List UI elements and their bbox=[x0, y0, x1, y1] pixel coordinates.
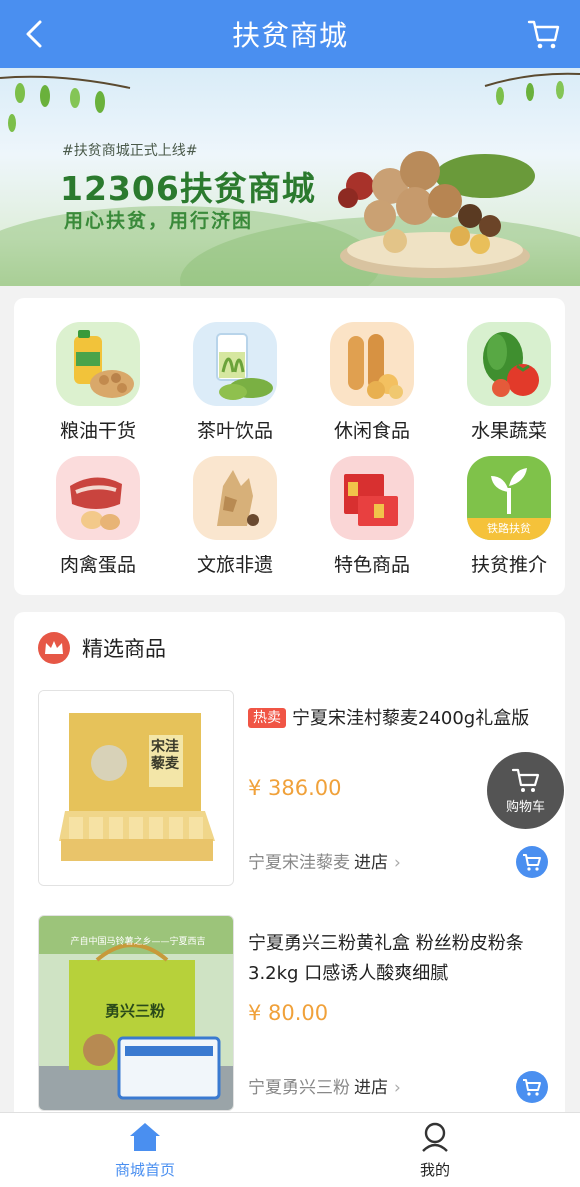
product-image-text: 勇兴三粉 bbox=[105, 1002, 166, 1020]
page-title: 扶贫商城 bbox=[231, 19, 348, 52]
category-meat-egg[interactable]: 肉禽蛋品 bbox=[38, 456, 158, 576]
leaf-branch-icon bbox=[0, 75, 131, 132]
enter-store-label: 进店 bbox=[354, 853, 388, 873]
store-link[interactable]: 宁夏勇兴三粉 进店 › bbox=[248, 1073, 401, 1098]
add-to-cart-button[interactable] bbox=[516, 1071, 548, 1103]
crown-icon bbox=[38, 632, 70, 664]
add-to-cart-button[interactable] bbox=[516, 846, 548, 878]
user-icon bbox=[422, 1122, 448, 1152]
nav-home-label: 商城首页 bbox=[114, 1161, 175, 1179]
category-grain-oil[interactable]: 粮油干货 bbox=[38, 322, 158, 442]
category-label: 扶贫推介 bbox=[470, 554, 547, 576]
category-label: 水果蔬菜 bbox=[470, 420, 547, 442]
grain-oil-icon bbox=[56, 322, 140, 406]
tea-icon bbox=[193, 322, 277, 406]
category-label: 休闲食品 bbox=[333, 420, 410, 442]
featured-section: 精选商品 宋洼藜麦 热卖 宁夏宋洼村藜麦2400g礼盒版 ¥ 386.00 宁夏… bbox=[14, 612, 565, 1112]
category-snack[interactable]: 休闲食品 bbox=[312, 322, 432, 442]
sprout-badge: 铁路扶贫 bbox=[487, 522, 531, 535]
product-image-text: 宋洼藜麦 bbox=[151, 739, 179, 772]
section-title: 精选商品 bbox=[82, 637, 166, 661]
floating-cart-button[interactable]: 购物车 bbox=[487, 752, 564, 829]
meat-egg-icon bbox=[56, 456, 140, 540]
cart-icon[interactable] bbox=[526, 16, 562, 52]
home-icon bbox=[130, 1123, 160, 1151]
product-price: ¥ 80.00 bbox=[248, 1001, 329, 1025]
banner-tag: #扶贫商城正式上线# bbox=[62, 143, 198, 159]
cart-icon bbox=[523, 1079, 541, 1096]
promo-banner[interactable]: #扶贫商城正式上线# 12306扶贫商城 用心扶贫，用行济困 bbox=[0, 68, 580, 286]
enter-store-label: 进店 bbox=[354, 1078, 388, 1098]
nav-mine[interactable]: 我的 bbox=[365, 1121, 505, 1180]
category-culture[interactable]: 文旅非遗 bbox=[175, 456, 295, 576]
category-vegetable[interactable]: 水果蔬菜 bbox=[449, 322, 569, 442]
culture-icon bbox=[193, 456, 277, 540]
cart-icon bbox=[523, 854, 541, 871]
bottom-nav: 商城首页 我的 bbox=[0, 1112, 580, 1187]
store-link[interactable]: 宁夏宋洼藜麦 进店 › bbox=[248, 848, 401, 873]
category-special[interactable]: 特色商品 bbox=[312, 456, 432, 576]
category-label: 茶叶饮品 bbox=[196, 420, 273, 442]
banner-slogan: 用心扶贫，用行济困 bbox=[64, 210, 254, 232]
category-label: 肉禽蛋品 bbox=[59, 554, 136, 576]
category-label: 特色商品 bbox=[333, 554, 410, 576]
section-header: 精选商品 bbox=[38, 632, 166, 664]
product-name[interactable]: 热卖 宁夏宋洼村藜麦2400g礼盒版 bbox=[248, 704, 540, 734]
chevron-right-icon: › bbox=[394, 1078, 401, 1098]
product-image[interactable]: 产自中国马铃薯之乡——宁夏西吉 勇兴三粉 bbox=[38, 915, 234, 1111]
chevron-right-icon: › bbox=[394, 853, 401, 873]
product-name-text: 宁夏宋洼村藜麦2400g礼盒版 bbox=[292, 708, 530, 729]
category-label: 粮油干货 bbox=[59, 420, 136, 442]
category-label: 文旅非遗 bbox=[196, 554, 273, 576]
product-image[interactable]: 宋洼藜麦 bbox=[38, 690, 234, 886]
back-arrow-icon[interactable] bbox=[18, 16, 54, 52]
hot-badge: 热卖 bbox=[248, 708, 286, 728]
product-card[interactable]: 产自中国马铃薯之乡——宁夏西吉 勇兴三粉 宁夏勇兴三粉黄礼盒 粉丝粉皮粉条3.2… bbox=[38, 915, 548, 1111]
category-tea[interactable]: 茶叶饮品 bbox=[175, 322, 295, 442]
gift-box-icon bbox=[330, 456, 414, 540]
category-poverty-promo[interactable]: 铁路扶贫 扶贫推介 bbox=[449, 456, 569, 576]
product-name[interactable]: 宁夏勇兴三粉黄礼盒 粉丝粉皮粉条3.2kg 口感诱人酸爽细腻 bbox=[248, 929, 540, 989]
store-name: 宁夏宋洼藜麦 bbox=[248, 853, 350, 873]
nut-basket-image bbox=[338, 151, 535, 278]
product-price: ¥ 386.00 bbox=[248, 776, 342, 800]
nav-home[interactable]: 商城首页 bbox=[75, 1121, 215, 1180]
product-image-tagline: 产自中国马铃薯之乡——宁夏西吉 bbox=[70, 937, 206, 947]
cart-icon bbox=[511, 768, 539, 792]
top-bar: 扶贫商城 bbox=[0, 0, 580, 68]
store-name: 宁夏勇兴三粉 bbox=[248, 1078, 350, 1098]
product-card[interactable]: 宋洼藜麦 热卖 宁夏宋洼村藜麦2400g礼盒版 ¥ 386.00 宁夏宋洼藜麦 进店… bbox=[38, 690, 548, 886]
sprout-icon: 铁路扶贫 bbox=[467, 456, 551, 540]
nav-mine-label: 我的 bbox=[419, 1161, 450, 1179]
snack-icon bbox=[330, 322, 414, 406]
category-grid: 粮油干货 茶叶饮品 休闲食品 水果蔬菜 肉禽蛋品 文旅非遗 特色商品 铁路扶贫 … bbox=[14, 298, 565, 595]
vegetable-icon bbox=[467, 322, 551, 406]
floating-cart-label: 购物车 bbox=[505, 800, 545, 815]
banner-headline: 12306扶贫商城 bbox=[60, 169, 316, 208]
